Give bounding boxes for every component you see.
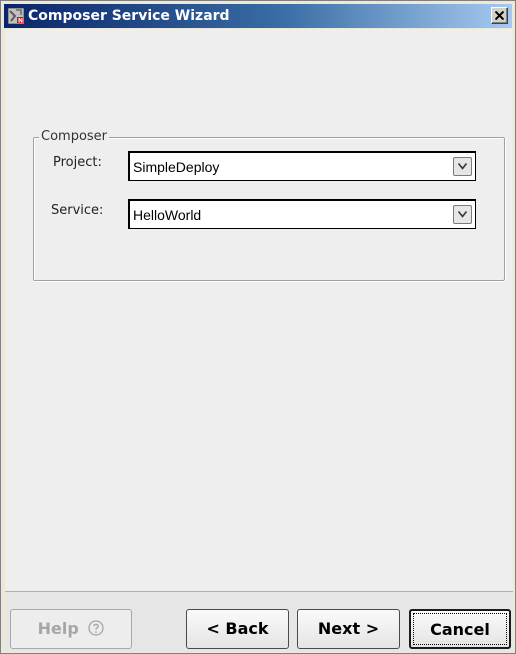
question-circle-icon [88,620,105,636]
button-bar: Help < Back Next > Cancel [5,591,513,652]
back-button[interactable]: < Back [186,609,289,649]
service-combobox[interactable]: HelloWorld [128,199,476,229]
service-dropdown-button[interactable] [453,205,472,224]
composer-groupbox: Composer Project: SimpleDeploy Service: … [33,129,505,281]
cancel-button[interactable]: Cancel [409,609,511,649]
title-bar[interactable]: N Composer Service Wizard [4,4,512,28]
service-value: HelloWorld [133,207,202,223]
close-x-icon [495,11,504,20]
help-button-label: Help [37,619,79,638]
window-title: Composer Service Wizard [28,8,230,24]
project-value: SimpleDeploy [133,159,220,175]
service-label: Service: [51,203,104,218]
chevron-down-icon [458,163,467,170]
wizard-app-icon: N [7,7,25,25]
cancel-button-label: Cancel [413,613,507,645]
help-button[interactable]: Help [10,609,132,649]
next-button[interactable]: Next > [297,609,400,649]
project-dropdown-button[interactable] [453,157,472,176]
wizard-window: N Composer Service Wizard Composer Proje… [0,0,516,654]
chevron-down-icon [458,211,467,218]
close-button[interactable] [491,7,508,24]
project-label: Project: [53,155,102,170]
wizard-content-panel: Composer Project: SimpleDeploy Service: … [5,29,513,591]
svg-text:N: N [18,18,23,25]
groupbox-legend: Composer [39,129,110,145]
project-combobox[interactable]: SimpleDeploy [128,151,476,181]
